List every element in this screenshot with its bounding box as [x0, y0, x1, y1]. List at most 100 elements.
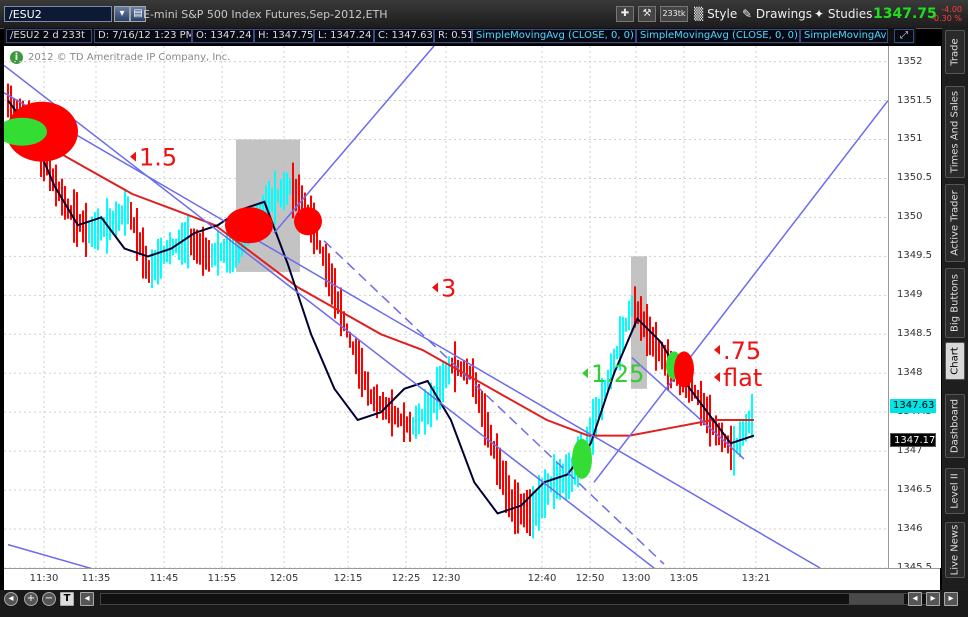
style-button[interactable]: ▒ Style: [694, 5, 737, 23]
y-tick-label: 1346: [897, 523, 923, 535]
tab-level-ii-label: Level II: [949, 473, 961, 509]
annotation-arrow-icon: [714, 344, 720, 355]
info-range: R: 0.51: [434, 29, 472, 43]
tab-trade[interactable]: Trade: [945, 30, 965, 74]
scroll-next-icon[interactable]: ▸: [926, 592, 940, 606]
x-tick-label: 13:00: [621, 573, 651, 584]
entry-marker: [674, 351, 694, 388]
studies-button[interactable]: ✦ Studies: [814, 5, 872, 23]
text-tool-icon[interactable]: T: [60, 592, 74, 606]
percent-change: -0.30 %: [931, 14, 962, 23]
annotation-label: .75: [723, 337, 761, 365]
annotation-arrow-icon: [130, 151, 136, 162]
x-tick-label: 12:25: [391, 573, 421, 584]
info-close: C: 1347.63: [374, 29, 434, 43]
tab-dashboard-label: Dashboard: [949, 398, 961, 454]
tab-level-ii[interactable]: Level II: [945, 468, 965, 514]
y-tick-label: 1349: [897, 289, 923, 301]
x-tick-label: 12:50: [575, 573, 605, 584]
study-label-sma-3[interactable]: SimpleMovingAvg: [800, 29, 888, 43]
x-tick-label: 11:55: [207, 573, 237, 584]
price-chart[interactable]: 1.5 3 1.25 .75flat: [4, 46, 888, 568]
annotation-label: 3: [441, 275, 456, 303]
symbol-dropdown-button[interactable]: ▾: [114, 6, 130, 22]
y-tick-label: 1348: [897, 367, 923, 379]
y-tick-label: 1350: [897, 211, 923, 223]
x-tick-label: 11:30: [29, 573, 59, 584]
tab-chart-label: Chart: [949, 347, 961, 375]
symbol-input[interactable]: /ESU2: [4, 6, 112, 22]
info-low: L: 1347.24: [314, 29, 374, 43]
zoom-out-icon[interactable]: −: [42, 592, 56, 606]
instrument-description: E-mini S&P 500 Index Futures,Sep-2012,ET…: [143, 8, 388, 21]
top-toolbar: /ESU2 ▾ ▤ E-mini S&P 500 Index Futures,S…: [0, 0, 968, 29]
time-scrollbar[interactable]: [100, 593, 940, 605]
info-symbol: /ESU2 2 d 233t: [6, 29, 92, 43]
studies-icon: ✦: [814, 7, 825, 21]
annotation-label: flat: [723, 364, 762, 392]
trend-line: [4, 92, 821, 568]
tick-count-button[interactable]: 233tk: [660, 6, 688, 22]
pencil-icon: ✎: [742, 7, 753, 21]
bottom-toolbar: ◂ + − T ◂ ◂ ▸ ▸: [0, 590, 968, 617]
zoom-in-icon[interactable]: +: [24, 592, 38, 606]
tab-live-news-label: Live News: [949, 524, 961, 576]
tab-big-buttons[interactable]: Big Buttons: [945, 268, 965, 338]
scroll-prev-icon[interactable]: ◂: [908, 592, 922, 606]
trend-line: [4, 64, 655, 568]
style-label: Style: [707, 7, 738, 21]
annotation-arrow-icon: [432, 282, 438, 293]
y-tick-label: 1349.5: [897, 250, 932, 262]
info-open: O: 1347.24: [192, 29, 254, 43]
average-price-marker: 1347.17: [890, 433, 936, 447]
drawings-label: Drawings: [755, 7, 813, 21]
time-axis[interactable]: 11:30 11:35 11:45 11:55 12:05 12:15 12:25 12:30…: [4, 568, 940, 591]
x-tick-label: 11:45: [149, 573, 179, 584]
drawings-button[interactable]: ✎ Drawings: [742, 5, 812, 23]
x-tick-label: 12:40: [527, 573, 557, 584]
chart-info-bar: /ESU2 2 d 233t D: 7/16/12 1:23 PM O: 134…: [4, 28, 916, 44]
price-axis[interactable]: 1352 1351.5 1351 1350.5 1350 1349.5 1349 1348.5…: [888, 46, 941, 573]
tab-active-trader-label: Active Trader: [949, 190, 961, 256]
price-change: -4.00 -0.30 %: [926, 5, 962, 23]
net-change: -4.00: [941, 5, 962, 14]
y-tick-label: 1351: [897, 133, 923, 145]
y-tick-label: 1351.5: [897, 94, 932, 106]
tab-times-and-sales[interactable]: Times And Sales: [945, 86, 965, 178]
scroll-end-icon[interactable]: ▸: [944, 592, 958, 606]
info-high: H: 1347.75: [254, 29, 314, 43]
studies-label: Studies: [827, 7, 873, 21]
entry-marker: [294, 207, 322, 236]
y-tick-label: 1350.5: [897, 172, 932, 184]
annotation-arrow-icon: [582, 368, 588, 379]
y-tick-label: 1352: [897, 55, 923, 67]
study-label-sma-2[interactable]: SimpleMovingAvg (CLOSE, 0, 0): [636, 29, 800, 43]
x-tick-label: 12:15: [333, 573, 363, 584]
x-tick-label: 12:30: [431, 573, 461, 584]
annotation-label: 1.25: [591, 360, 644, 388]
tab-dashboard[interactable]: Dashboard: [945, 394, 965, 458]
entry-marker: [572, 438, 592, 479]
trend-line: [7, 543, 93, 568]
chart-settings-icon[interactable]: ⤢: [894, 29, 914, 43]
crosshair-icon[interactable]: ✚: [616, 6, 634, 22]
x-tick-label: 11:35: [81, 573, 111, 584]
study-label-sma-1[interactable]: SimpleMovingAvg (CLOSE, 0, 0): [472, 29, 636, 43]
tab-big-buttons-label: Big Buttons: [949, 274, 961, 332]
info-date: D: 7/16/12 1:23 PM: [94, 29, 192, 43]
entry-marker: [225, 207, 273, 244]
scrollbar-thumb[interactable]: [849, 594, 904, 604]
tab-trade-label: Trade: [949, 38, 961, 66]
tab-chart[interactable]: Chart: [945, 342, 965, 380]
tab-active-trader[interactable]: Active Trader: [945, 184, 965, 262]
tab-live-news[interactable]: Live News: [945, 522, 965, 578]
right-sidebar: Trade Times And Sales Active Trader Big …: [942, 28, 968, 590]
annotation-label: 1.5: [139, 144, 177, 172]
x-tick-label: 12:05: [269, 573, 299, 584]
scroll-left-icon[interactable]: ◂: [4, 592, 18, 606]
x-tick-label: 13:05: [669, 573, 699, 584]
wrench-icon[interactable]: ⚒: [638, 6, 656, 22]
y-tick-label: 1346.5: [897, 484, 932, 496]
style-icon: ▒: [694, 7, 704, 21]
scroll-start-icon[interactable]: ◂: [80, 592, 94, 606]
